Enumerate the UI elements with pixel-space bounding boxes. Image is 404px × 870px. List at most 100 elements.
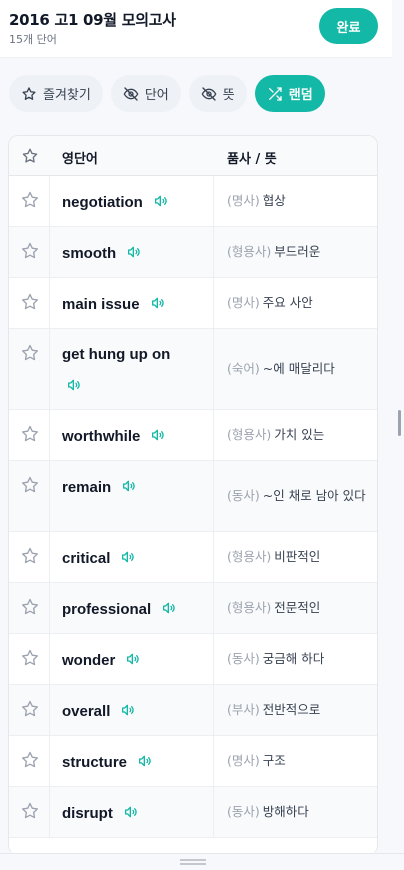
word-cell: get hung up on xyxy=(50,329,214,409)
table-row: critical (형용사) 비판적인 xyxy=(9,532,377,583)
shuffle-button[interactable]: 랜덤 xyxy=(254,75,325,112)
word-cell: professional xyxy=(50,583,214,633)
favorite-cell xyxy=(9,227,50,277)
meaning-content: (동사) 방해하다 xyxy=(227,787,371,837)
meaning-content: (형용사) 비판적인 xyxy=(227,532,371,582)
meaning-text: 궁금해 하다 xyxy=(262,651,325,666)
meaning-cell: (동사) 방해하다 xyxy=(214,787,377,837)
word-cell-content: overall xyxy=(62,702,136,720)
star-icon[interactable] xyxy=(20,241,40,261)
word-cell: negotiation xyxy=(50,176,214,226)
speaker-icon[interactable] xyxy=(120,549,136,565)
word-cell: main issue xyxy=(50,278,214,328)
meaning-content: (부사) 전반적으로 xyxy=(227,685,371,735)
meaning-cell: (형용사) 비판적인 xyxy=(214,532,377,582)
meaning-cell: (동사) 궁금해 하다 xyxy=(214,634,377,684)
word-cell-content: professional xyxy=(62,600,177,618)
column-header-meaning: 품사 / 뜻 xyxy=(227,152,277,167)
star-icon[interactable] xyxy=(20,699,40,719)
meaning-text: 가치 있는 xyxy=(274,427,325,442)
word-text: wonder xyxy=(62,652,116,669)
word-cell: smooth xyxy=(50,227,214,277)
eye-off-icon xyxy=(201,86,217,101)
meaning-text: ~인 채로 남아 있다 xyxy=(262,488,366,503)
shuffle-label: 랜덤 xyxy=(288,88,313,103)
star-icon[interactable] xyxy=(20,424,40,444)
speaker-icon[interactable] xyxy=(150,427,166,443)
table-row: overall (부사) 전반적으로 xyxy=(9,685,377,736)
favorite-cell xyxy=(9,329,50,409)
speaker-icon[interactable] xyxy=(123,804,139,820)
word-cell: overall xyxy=(50,685,214,735)
star-icon[interactable] xyxy=(20,597,40,617)
favorite-cell xyxy=(9,736,50,786)
speaker-icon[interactable] xyxy=(125,651,141,667)
word-text: worthwhile xyxy=(62,428,141,445)
star-icon[interactable] xyxy=(20,475,40,495)
speaker-icon[interactable] xyxy=(121,478,137,494)
table-row: wonder (동사) 궁금해 하다 xyxy=(9,634,377,685)
meaning-text: 부드러운 xyxy=(274,244,321,259)
word-cell: worthwhile xyxy=(50,410,214,460)
meaning-content: (동사) ~인 채로 남아 있다 xyxy=(227,461,371,531)
part-of-speech: (형용사) xyxy=(227,427,272,442)
meaning-cell: (형용사) 전문적인 xyxy=(214,583,377,633)
part-of-speech: (명사) xyxy=(227,295,260,310)
meaning-text: 전반적으로 xyxy=(262,702,321,717)
meaning-cell: (숙어) ~에 매달리다 xyxy=(214,329,377,409)
hide-word-button[interactable]: 단어 xyxy=(110,75,181,112)
column-header-word: 영단어 xyxy=(62,152,98,167)
done-button[interactable]: 완료 xyxy=(319,8,378,44)
part-of-speech: (부사) xyxy=(227,702,260,717)
meaning-text: 전문적인 xyxy=(274,600,321,615)
star-icon[interactable] xyxy=(20,292,40,312)
table-row: negotiation (명사) 협상 xyxy=(9,176,377,227)
speaker-icon[interactable] xyxy=(120,702,136,718)
meaning-content: (동사) 궁금해 하다 xyxy=(227,634,371,684)
star-icon[interactable] xyxy=(20,546,40,566)
favorite-cell xyxy=(9,532,50,582)
speaker-icon[interactable] xyxy=(126,244,142,260)
favorites-filter-label: 즐겨찾기 xyxy=(43,88,91,103)
word-text: critical xyxy=(62,550,111,567)
part-of-speech: (숙어) xyxy=(227,361,260,376)
scrollbar[interactable] xyxy=(398,410,401,436)
word-cell-content: negotiation xyxy=(62,193,169,211)
star-icon[interactable] xyxy=(21,147,39,165)
star-icon[interactable] xyxy=(20,343,40,363)
part-of-speech: (명사) xyxy=(227,753,260,768)
part-of-speech: (동사) xyxy=(227,651,260,666)
meaning-content: (명사) 구조 xyxy=(227,736,371,786)
table-row: main issue (명사) 주요 사안 xyxy=(9,278,377,329)
hide-meaning-button[interactable]: 뜻 xyxy=(188,75,247,112)
part-of-speech: (동사) xyxy=(227,804,260,819)
star-icon[interactable] xyxy=(20,750,40,770)
word-text: remain xyxy=(62,479,112,496)
word-cell-content: wonder xyxy=(62,651,141,669)
speaker-icon[interactable] xyxy=(153,193,169,209)
drag-handle[interactable] xyxy=(180,859,206,865)
part-of-speech: (명사) xyxy=(227,193,260,208)
favorites-filter-button[interactable]: 즐겨찾기 xyxy=(9,75,103,112)
speaker-icon[interactable] xyxy=(150,295,166,311)
word-cell: remain xyxy=(50,461,214,531)
meaning-text: ~에 매달리다 xyxy=(262,361,335,376)
speaker-icon[interactable] xyxy=(137,753,153,769)
star-icon[interactable] xyxy=(20,801,40,821)
star-icon xyxy=(22,86,36,100)
word-cell-content: worthwhile xyxy=(62,427,166,445)
favorite-cell xyxy=(9,461,50,531)
table-row: professional (형용사) 전문적인 xyxy=(9,583,377,634)
favorite-cell xyxy=(9,583,50,633)
word-cell-content: remain xyxy=(62,478,137,496)
star-icon[interactable] xyxy=(20,648,40,668)
star-icon[interactable] xyxy=(20,190,40,210)
speaker-icon[interactable] xyxy=(161,600,177,616)
word-text: professional xyxy=(62,601,152,618)
speaker-icon[interactable] xyxy=(66,377,82,393)
word-text: negotiation xyxy=(62,194,143,211)
word-cell: structure xyxy=(50,736,214,786)
table-row: get hung up on (숙어) ~에 매달리다 xyxy=(9,329,377,410)
word-cell-content: smooth xyxy=(62,244,142,262)
page-title: 2016 고1 09월 모의고사 xyxy=(9,11,176,29)
